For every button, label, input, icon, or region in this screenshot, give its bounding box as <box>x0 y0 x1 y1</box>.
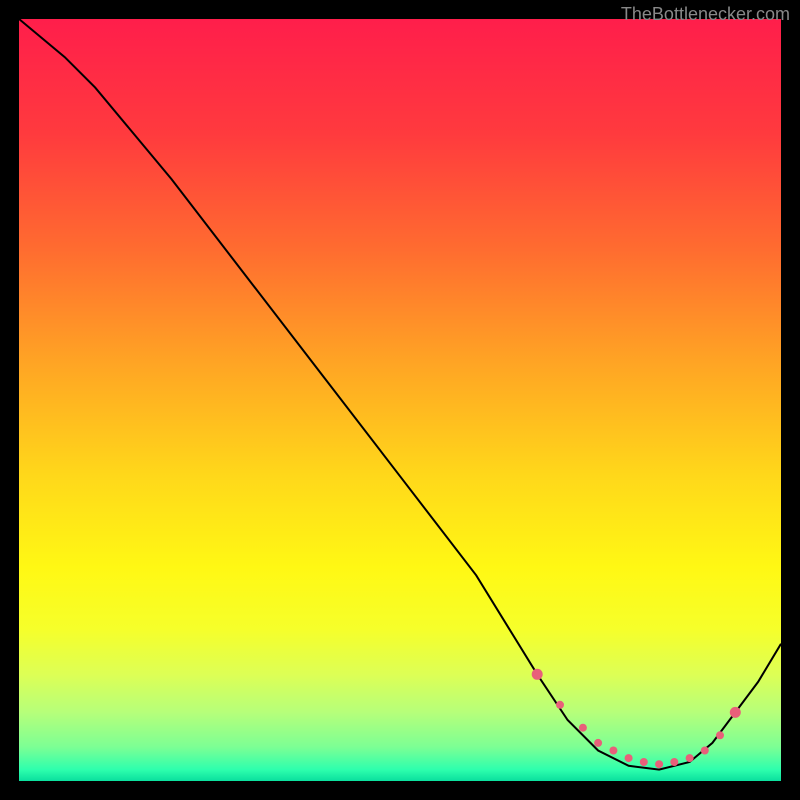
marker-dot <box>701 747 709 755</box>
marker-dot <box>556 701 564 709</box>
watermark-text: TheBottlenecker.com <box>621 4 790 25</box>
marker-dot <box>730 707 741 718</box>
marker-dot <box>594 739 602 747</box>
marker-dot <box>655 760 663 768</box>
marker-dot <box>670 758 678 766</box>
chart-svg <box>19 19 781 781</box>
marker-dot <box>625 754 633 762</box>
marker-dot <box>640 758 648 766</box>
marker-dot <box>579 724 587 732</box>
marker-dot <box>686 754 694 762</box>
marker-dot <box>532 669 543 680</box>
marker-dot <box>609 747 617 755</box>
chart-container <box>19 19 781 781</box>
marker-dot <box>716 731 724 739</box>
